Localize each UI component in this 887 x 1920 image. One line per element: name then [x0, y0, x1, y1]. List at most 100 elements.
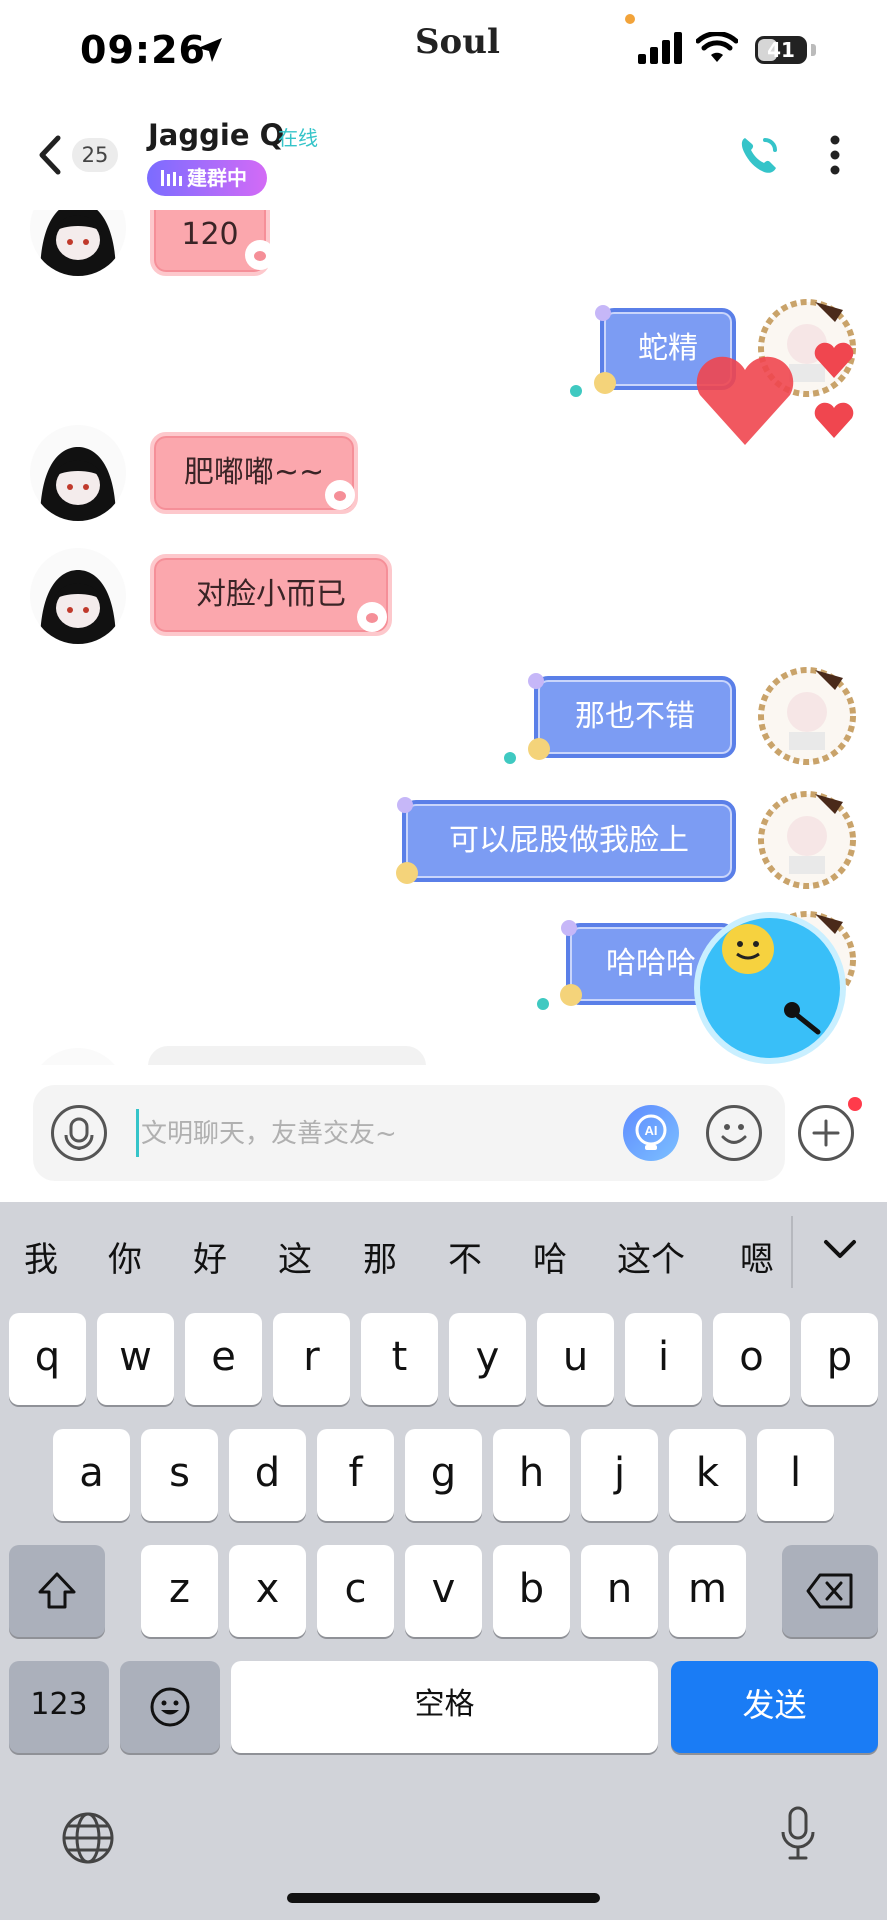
message-text: 可以屁股做我脸上	[449, 823, 689, 858]
ai-assistant-button[interactable]: AI	[623, 1105, 679, 1161]
emoji-key-icon	[150, 1687, 190, 1727]
key-b[interactable]: b	[493, 1545, 570, 1637]
candidate-word[interactable]: 你	[108, 1232, 142, 1281]
shift-key[interactable]	[9, 1545, 105, 1637]
candidate-word[interactable]: 那	[363, 1232, 397, 1281]
send-key[interactable]: 发送	[671, 1661, 878, 1753]
key-g[interactable]: g	[405, 1429, 482, 1521]
candidate-word[interactable]: 好	[193, 1232, 227, 1281]
message-text: 哈哈哈	[606, 946, 696, 981]
key-v[interactable]: v	[405, 1545, 482, 1637]
key-h[interactable]: h	[493, 1429, 570, 1521]
message-input[interactable]	[139, 1109, 623, 1159]
location-arrow-icon	[198, 38, 222, 62]
peer-avatar-image	[40, 447, 116, 521]
unread-count-badge[interactable]: 25	[72, 138, 118, 172]
battery-icon: 41	[755, 36, 807, 64]
privacy-indicator-dot	[625, 14, 635, 24]
key-q[interactable]: q	[9, 1313, 86, 1405]
paw-decoration	[245, 240, 275, 270]
key-s[interactable]: s	[141, 1429, 218, 1521]
message-text: 对脸小而已	[196, 577, 346, 612]
bubble-decoration	[397, 797, 413, 813]
peer-avatar[interactable]	[30, 1048, 126, 1065]
bubble-decoration	[570, 385, 582, 397]
chat-header: 25 Jaggie Q 在线 建群中	[0, 100, 887, 210]
key-f[interactable]: f	[317, 1429, 394, 1521]
peer-avatar[interactable]	[30, 548, 126, 644]
peer-avatar[interactable]	[30, 425, 126, 521]
key-y[interactable]: y	[449, 1313, 526, 1405]
key-z[interactable]: z	[141, 1545, 218, 1637]
my-avatar-image	[758, 791, 856, 889]
peer-avatar-image	[40, 210, 116, 276]
key-i[interactable]: i	[625, 1313, 702, 1405]
key-e[interactable]: e	[185, 1313, 262, 1405]
key-n[interactable]: n	[581, 1545, 658, 1637]
key-o[interactable]: o	[713, 1313, 790, 1405]
message-text: 肥嘟嘟~~	[183, 455, 325, 490]
key-u[interactable]: u	[537, 1313, 614, 1405]
message-bubble-sent[interactable]: 那也不错	[534, 676, 736, 758]
message-input-bar: AI	[33, 1085, 785, 1181]
candidate-word[interactable]: 不	[448, 1232, 482, 1281]
plus-icon	[812, 1119, 840, 1147]
signal-icon	[638, 32, 682, 64]
ai-bulb-icon: AI	[635, 1114, 667, 1150]
more-vertical-icon[interactable]	[815, 130, 855, 180]
candidate-word[interactable]: 嗯	[740, 1232, 774, 1281]
backspace-key[interactable]	[782, 1545, 878, 1637]
peer-avatar[interactable]	[30, 210, 126, 276]
message-text: 那也不错	[575, 699, 695, 734]
bubble-decoration	[561, 920, 577, 936]
key-c[interactable]: c	[317, 1545, 394, 1637]
key-j[interactable]: j	[581, 1429, 658, 1521]
voice-input-button[interactable]	[51, 1105, 107, 1161]
candidate-word[interactable]: 哈	[533, 1232, 567, 1281]
voice-bars-icon	[161, 170, 182, 186]
my-avatar[interactable]	[757, 666, 857, 766]
message-bubble-received[interactable]	[148, 1046, 426, 1065]
emoji-key[interactable]	[120, 1661, 220, 1753]
voice-match-float-button[interactable]	[700, 918, 840, 1058]
candidate-word[interactable]: 这	[278, 1232, 312, 1281]
space-key[interactable]: 空格	[231, 1661, 658, 1753]
globe-icon[interactable]	[60, 1810, 116, 1866]
online-status: 在线	[278, 126, 318, 150]
back-chevron-icon[interactable]	[30, 130, 70, 180]
numbers-key[interactable]: 123	[9, 1661, 109, 1753]
my-avatar[interactable]	[757, 790, 857, 890]
moon-decoration	[396, 862, 418, 884]
phone-call-icon[interactable]	[735, 130, 785, 180]
message-bubble-sent[interactable]: 可以屁股做我脸上	[402, 800, 736, 882]
microphone-icon[interactable]	[778, 1804, 818, 1864]
message-bubble-received[interactable]: 对脸小而已	[150, 554, 392, 636]
key-p[interactable]: p	[801, 1313, 878, 1405]
smiley-icon	[722, 924, 774, 974]
key-k[interactable]: k	[669, 1429, 746, 1521]
more-options-button[interactable]	[798, 1105, 854, 1161]
collapse-chevron-icon[interactable]	[820, 1230, 860, 1270]
bubble-decoration	[537, 998, 549, 1010]
message-text: 蛇精	[638, 331, 698, 366]
emoji-button[interactable]	[706, 1105, 762, 1161]
candidate-word[interactable]: 我	[24, 1232, 58, 1281]
group-badge-label: 建群中	[187, 166, 247, 190]
key-a[interactable]: a	[53, 1429, 130, 1521]
key-r[interactable]: r	[273, 1313, 350, 1405]
paw-decoration	[325, 480, 355, 510]
moon-decoration	[528, 738, 550, 760]
home-indicator[interactable]	[287, 1893, 600, 1903]
candidate-word[interactable]: 这个	[617, 1232, 685, 1281]
key-d[interactable]: d	[229, 1429, 306, 1521]
battery-level: 41	[767, 38, 795, 62]
key-m[interactable]: m	[669, 1545, 746, 1637]
group-building-badge[interactable]: 建群中	[147, 160, 267, 196]
key-l[interactable]: l	[757, 1429, 834, 1521]
status-time: 09:26	[80, 28, 206, 72]
key-x[interactable]: x	[229, 1545, 306, 1637]
key-w[interactable]: w	[97, 1313, 174, 1405]
emoji-icon	[721, 1124, 747, 1144]
key-t[interactable]: t	[361, 1313, 438, 1405]
peer-name[interactable]: Jaggie Q	[148, 118, 284, 152]
